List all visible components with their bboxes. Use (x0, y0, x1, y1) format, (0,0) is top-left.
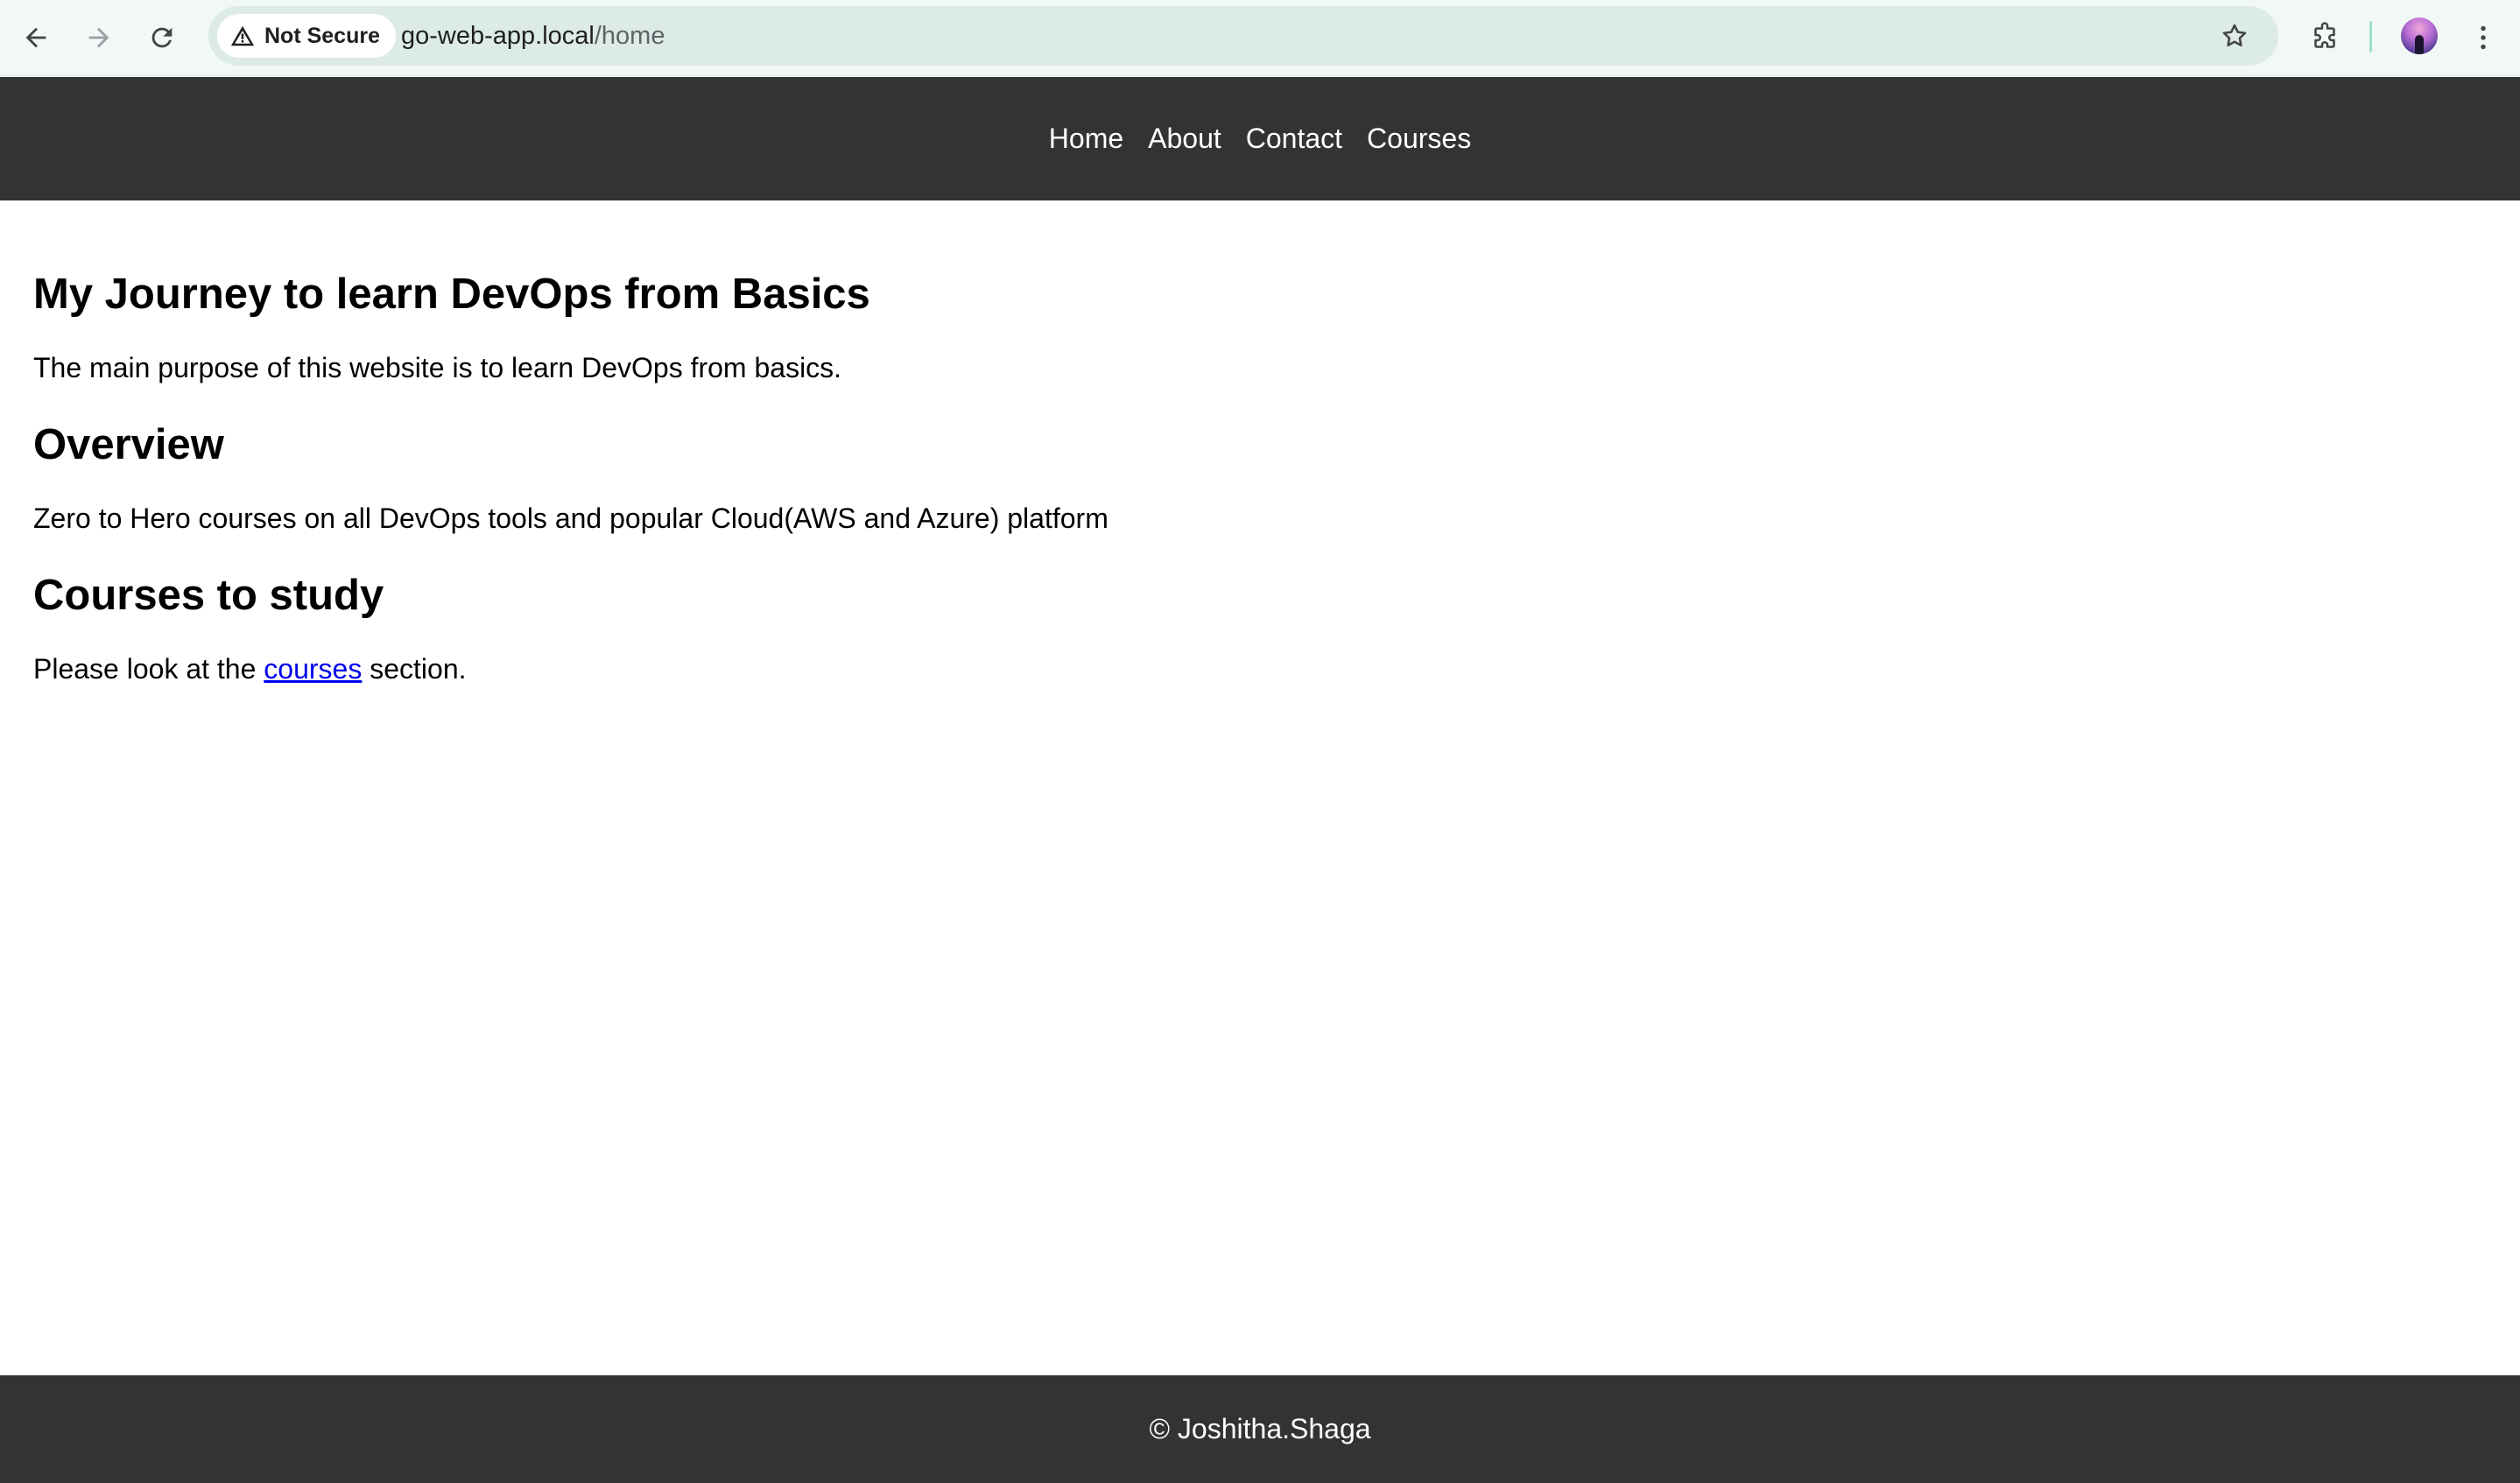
courses-text-after: section. (362, 653, 467, 685)
forward-button[interactable] (77, 16, 121, 60)
url-text[interactable]: go-web-app.local/home (401, 6, 665, 66)
toolbar-divider (2369, 21, 2372, 53)
nav-link-home[interactable]: Home (1037, 123, 1136, 155)
overview-heading: Overview (33, 421, 224, 468)
star-icon (2222, 24, 2247, 47)
bookmark-button[interactable] (2215, 17, 2254, 55)
security-label: Not Secure (264, 23, 380, 48)
courses-heading: Courses to study (33, 572, 384, 619)
footer-copyright: © Joshitha.Shaga (1149, 1413, 1371, 1444)
nav-link-courses[interactable]: Courses (1355, 123, 1483, 155)
back-button[interactable] (14, 16, 58, 60)
address-bar[interactable]: Not Secure go-web-app.local/home (208, 6, 2278, 66)
nav-link-about[interactable]: About (1136, 123, 1234, 155)
security-indicator[interactable]: Not Secure (217, 14, 396, 58)
reload-button[interactable] (140, 16, 184, 60)
courses-text-before: Please look at the (33, 653, 264, 685)
forward-arrow-icon (88, 27, 109, 48)
courses-link[interactable]: courses (264, 653, 362, 685)
extensions-button[interactable] (2303, 16, 2347, 60)
site-navbar: Home About Contact Courses (0, 77, 2520, 200)
kebab-menu-icon (2481, 25, 2486, 50)
page-title: My Journey to learn DevOps from Basics (33, 271, 870, 318)
back-arrow-icon (25, 27, 46, 48)
reload-icon (151, 27, 172, 48)
intro-paragraph: The main purpose of this website is to l… (33, 352, 842, 383)
puzzle-icon (2314, 22, 2335, 48)
overview-paragraph: Zero to Hero courses on all DevOps tools… (33, 503, 1109, 534)
nav-link-contact[interactable]: Contact (1234, 123, 1355, 155)
profile-avatar[interactable] (2401, 18, 2438, 54)
site-footer: © Joshitha.Shaga (0, 1375, 2520, 1483)
url-path: /home (594, 22, 665, 50)
browser-menu-button[interactable] (2467, 16, 2499, 60)
url-host: go-web-app.local (401, 22, 595, 50)
warning-triangle-icon (230, 25, 255, 46)
browser-toolbar: Not Secure go-web-app.local/home (0, 0, 2520, 76)
courses-paragraph: Please look at the courses section. (33, 651, 467, 686)
